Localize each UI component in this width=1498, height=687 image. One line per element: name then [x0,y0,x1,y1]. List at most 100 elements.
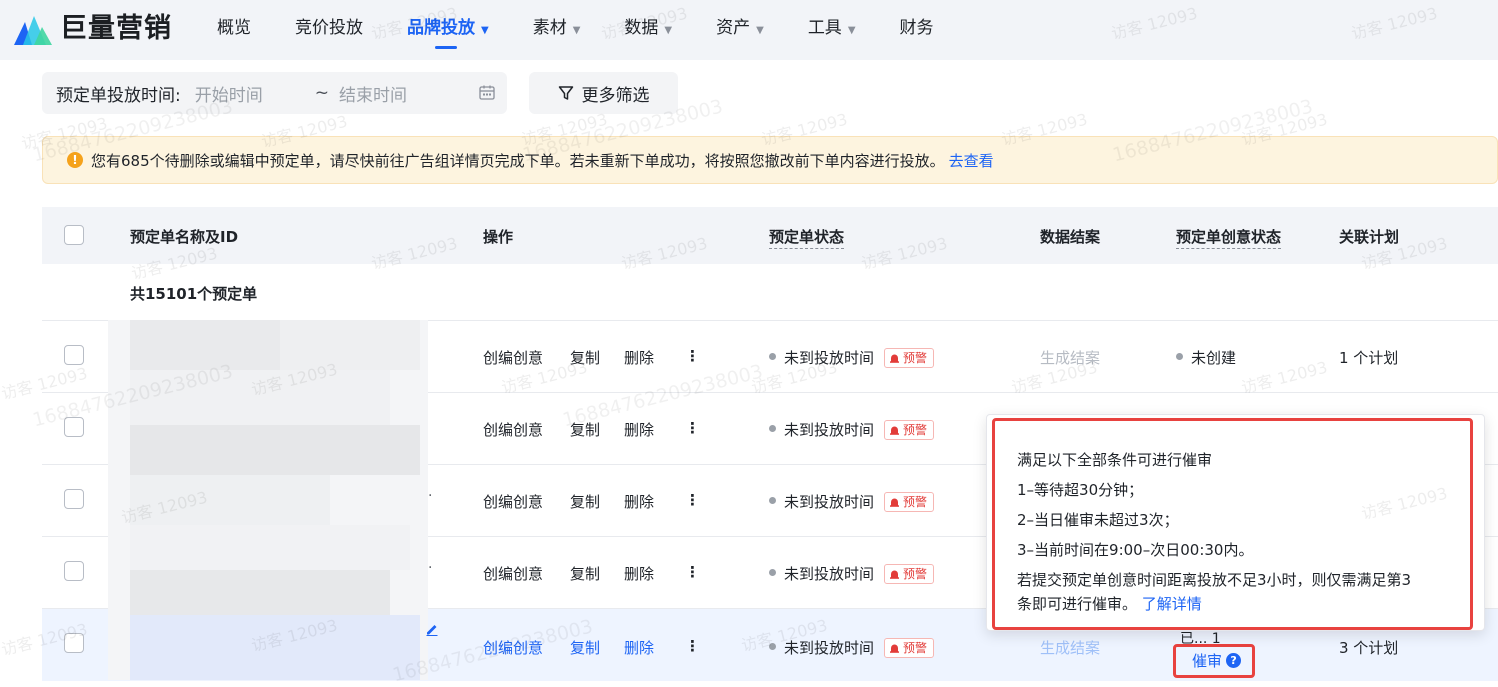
select-all-checkbox[interactable] [64,225,84,245]
row-checkbox[interactable] [64,345,84,365]
nav-label: 品牌投放 [407,18,475,38]
copy-button[interactable]: 复制 [570,419,600,440]
more-filter-button[interactable]: 更多筛选 [529,72,678,114]
generate-settlement-link[interactable]: 生成结案 [1040,347,1100,368]
chevron-down-icon: ▼ [481,25,489,36]
delete-button[interactable]: 删除 [624,563,654,584]
alert-badge[interactable]: 预警 [884,563,935,584]
plan-count-link[interactable]: 3 个计划 [1339,637,1398,658]
header-plan: 关联计划 [1339,228,1400,246]
delete-button[interactable]: 删除 [624,637,654,658]
more-actions-icon[interactable]: ⋮ [685,491,700,509]
delete-button[interactable]: 删除 [624,419,654,440]
status-dot [769,425,776,432]
alert-badge-label: 预警 [903,640,928,655]
copy-button[interactable]: 复制 [570,637,600,658]
nav-brand-delivery[interactable]: 品牌投放 ▼ [407,0,489,60]
status-text: 未到投放时间 [784,349,875,367]
status-cell: 未到投放时间 预警 [769,419,935,441]
edit-creative-button[interactable]: 创编创意 [483,347,543,368]
row-checkbox[interactable] [64,417,84,437]
edit-creative-button[interactable]: 创编创意 [483,491,543,512]
nav-bidding[interactable]: 竞价投放 [295,0,363,60]
nav-overview[interactable]: 概览 [217,0,251,60]
copy-button[interactable]: 复制 [570,491,600,512]
alarm-icon [890,570,900,579]
status-cell: 未到投放时间 预警 [769,637,935,659]
header-settlement: 数据结案 [1040,228,1101,246]
filter-icon [558,86,573,100]
status-dot [769,353,776,360]
more-actions-icon[interactable]: ⋮ [685,563,700,581]
tooltip-note-text: 条即可进行催审。 [1017,595,1138,613]
nav-assets[interactable]: 资产 ▼ [716,0,764,60]
brand-name: 巨量营销 [60,13,172,44]
alert-badge-label: 预警 [903,566,928,581]
alert-badge-label: 预警 [903,422,928,437]
delete-button[interactable]: 删除 [624,491,654,512]
redacted-name-column [108,320,428,680]
alert-badge[interactable]: 预警 [884,491,935,512]
truncated-text-fragment: . [428,484,433,500]
nav-tools[interactable]: 工具 ▼ [808,0,856,60]
alert-badge-label: 预警 [903,494,928,509]
notice-view-link[interactable]: 去查看 [949,150,994,171]
status-cell: 未到投放时间 预警 [769,563,935,585]
edit-pencil-icon[interactable] [425,622,439,636]
tooltip-condition-1: 1–等待超30分钟； [1017,481,1144,499]
tooltip-condition-2: 2–当日催审未超过3次； [1017,511,1179,529]
notice-text: 您有685个待删除或编辑中预定单，请尽快前往广告组详情页完成下单。若未重新下单成… [91,151,945,170]
alarm-icon [890,498,900,507]
learn-more-link[interactable]: 了解详情 [1142,595,1202,613]
nav-data[interactable]: 数据 ▼ [624,0,672,60]
end-date-input[interactable]: 结束时间 [339,81,449,106]
alert-badge[interactable]: 预警 [884,637,935,658]
tooltip-condition-3: 3–当前时间在9:00–次日00:30内。 [1017,541,1254,559]
header-creative-status[interactable]: 预定单创意状态 [1176,226,1282,249]
more-actions-icon[interactable]: ⋮ [685,419,700,437]
generate-settlement-link[interactable]: 生成结案 [1040,637,1100,658]
delivery-time-filter: 预定单投放时间: 开始时间 ~ 结束时间 [42,72,507,114]
alarm-icon [890,354,900,363]
status-dot [769,643,776,650]
range-separator: ~ [314,83,329,103]
header-name-id: 预定单名称及ID [130,228,239,246]
more-actions-icon[interactable]: ⋮ [685,347,700,365]
more-actions-icon[interactable]: ⋮ [685,637,700,655]
nav-finance[interactable]: 财务 [900,0,934,60]
calendar-icon[interactable] [479,85,495,100]
creative-status-text: 未创建 [1191,349,1237,367]
alert-badge[interactable]: 预警 [884,419,935,440]
plan-count-link[interactable]: 1 个计划 [1339,347,1398,368]
header-status[interactable]: 预定单状态 [769,226,845,249]
status-text: 未到投放时间 [784,493,875,511]
top-nav-bar: 巨量营销 概览 竞价投放 品牌投放 ▼ 素材 ▼ 数据 ▼ 资产 ▼ 工具 ▼ 财务 [0,0,1498,60]
alarm-icon [890,644,900,653]
copy-button[interactable]: 复制 [570,563,600,584]
edit-creative-button[interactable]: 创编创意 [483,419,543,440]
status-text: 未到投放时间 [784,639,875,657]
alert-badge[interactable]: 预警 [884,347,935,368]
row-checkbox[interactable] [64,489,84,509]
edit-creative-button[interactable]: 创编创意 [483,563,543,584]
status-text: 未到投放时间 [784,565,875,583]
table-header: 预定单名称及ID 操作 预定单状态 数据结案 预定单创意状态 关联计划 [42,207,1498,264]
copy-button[interactable]: 复制 [570,347,600,368]
row-checkbox[interactable] [64,633,84,653]
row-checkbox[interactable] [64,561,84,581]
chevron-down-icon: ▼ [664,25,673,36]
tooltip-note-continued: 条即可进行催审。 了解详情 [1017,593,1202,614]
chevron-down-icon: ▼ [756,25,764,36]
active-tab-indicator [435,46,457,49]
delete-button[interactable]: 删除 [624,347,654,368]
edit-creative-button[interactable]: 创编创意 [483,637,543,658]
status-dot [769,569,776,576]
status-cell: 未到投放时间 预警 [769,491,935,513]
status-dot [1176,353,1183,360]
brand-logo[interactable]: 巨量营销 [12,12,172,46]
warning-icon: ! [67,152,83,168]
nav-assets-material[interactable]: 素材 ▼ [533,0,581,60]
delivery-time-label: 预定单投放时间: [56,85,181,106]
chevron-down-icon: ▼ [572,25,581,36]
start-date-input[interactable]: 开始时间 [195,81,303,106]
